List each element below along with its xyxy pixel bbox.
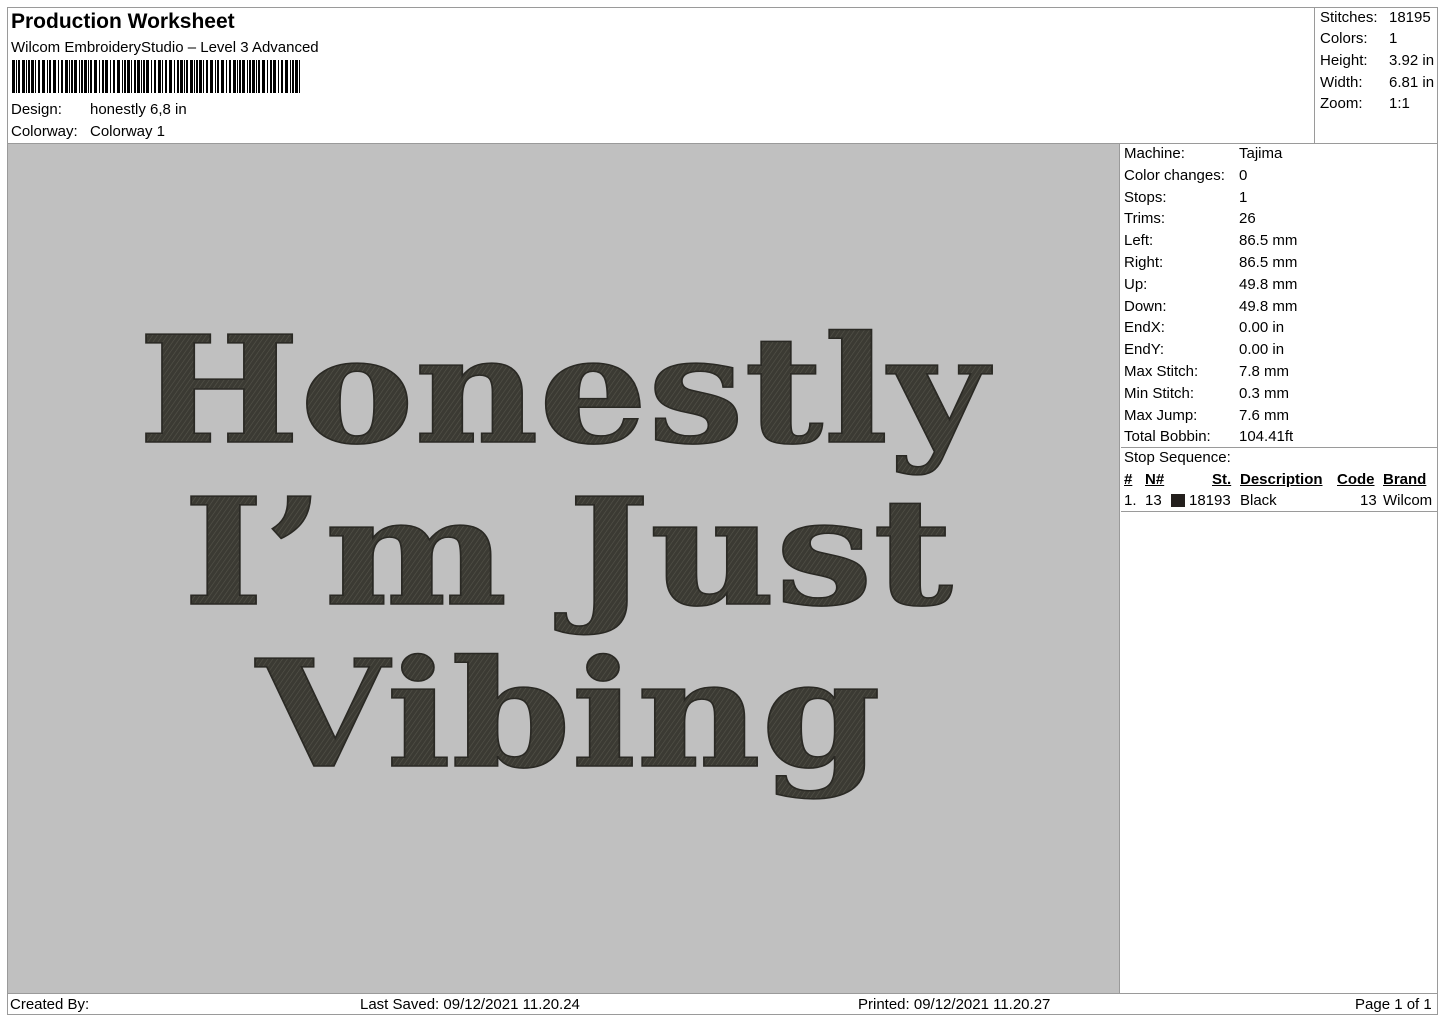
detail-label: Min Stitch: [1124,384,1195,402]
design-value: honestly 6,8 in [90,101,187,118]
worksheet-footer: Created By: Last Saved: 09/12/2021 11.20… [8,993,1438,1015]
row-code: 13 [1360,492,1377,509]
summary-height: Height: 3.92 in [1320,52,1435,69]
col-needle: N# [1145,471,1165,488]
col-brand: Brand [1383,471,1427,488]
detail-row: Stops: 1 [1124,189,1247,206]
sequence-divider [1121,511,1438,512]
details-divider [1121,447,1438,448]
detail-value: 1 [1239,188,1248,206]
summary-colors: Colors: 1 [1320,30,1398,47]
detail-value: 26 [1239,210,1256,228]
detail-row: Max Stitch: 7.8 mm [1124,363,1289,380]
detail-row: EndY: 0.00 in [1124,341,1284,358]
col-stitches: St. [1212,471,1232,488]
artwork-line-3: Vibing [255,627,881,801]
printed-date: Printed: 09/12/2021 11.20.27 [858,996,1051,1013]
detail-label: Right: [1124,254,1164,271]
stop-sequence-label: Stop Sequence: [1124,449,1231,466]
detail-label: Trims: [1124,210,1166,228]
created-by: Created By: [10,996,90,1013]
production-worksheet: Production Worksheet Wilcom EmbroiderySt… [7,7,1438,1015]
summary-zoom: Zoom: 1:1 [1320,95,1410,112]
design-row: Design: honestly 6,8 in [11,101,187,118]
detail-label: Left: [1124,232,1154,250]
detail-label: Machine: [1124,145,1185,162]
thread-color-swatch [1171,494,1185,507]
detail-value: 7.6 mm [1239,406,1290,424]
summary-panel: Stitches: 18195 Colors: 1 Height: 3.92 in W… [1314,8,1438,143]
detail-value: 86.5 mm [1239,232,1298,250]
machine-details-panel: Machine: Tajima Color changes: 0 Stops: 1 Trim… [1121,144,1438,994]
embroidery-artwork: Honestly I’m Just Vibing [137,302,993,802]
design-label: Design: [11,101,62,118]
summary-stitches: Stitches: 18195 [1320,9,1431,26]
detail-label: Color changes: [1124,166,1225,184]
detail-row: Color changes: 0 [1124,167,1247,184]
detail-label: Total Bobbin: [1124,428,1211,446]
detail-value: 104.41ft [1239,428,1294,446]
detail-label: EndX: [1124,319,1165,337]
row-brand: Wilcom [1383,492,1433,509]
detail-row: Right: 86.5 mm [1124,254,1297,271]
detail-label: Max Jump: [1124,406,1198,424]
colorway-row: Colorway: Colorway 1 [11,123,165,140]
detail-value: 0.00 in [1239,341,1285,359]
detail-row: Down: 49.8 mm [1124,298,1297,315]
row-stitches: 18193 [1189,492,1231,509]
worksheet-header: Production Worksheet Wilcom EmbroiderySt… [8,8,1315,143]
colorway-value: Colorway 1 [90,123,166,140]
detail-value: 0 [1239,166,1248,184]
detail-label: Max Stitch: [1124,363,1199,380]
detail-row: Max Jump: 7.6 mm [1124,407,1289,424]
summary-width: Width: 6.81 in [1320,74,1435,91]
detail-label: EndY: [1124,341,1165,359]
detail-row: Machine: Tajima [1124,145,1282,162]
col-description: Description [1240,471,1323,488]
colorway-label: Colorway: [11,123,78,140]
detail-row: Min Stitch: 0.3 mm [1124,385,1289,402]
last-saved: Last Saved: 09/12/2021 11.20.24 [360,996,580,1013]
row-description: Black [1240,492,1277,509]
artwork-line-1: Honestly [138,303,993,477]
col-code: Code [1337,471,1375,488]
detail-row: Trims: 26 [1124,210,1256,227]
row-num: 1. [1124,492,1137,509]
detail-value: Tajima [1239,145,1283,162]
detail-value: 7.8 mm [1239,363,1290,380]
artwork-line-2: I’m Just [183,465,953,639]
detail-label: Stops: [1124,188,1167,206]
detail-row: Up: 49.8 mm [1124,276,1297,293]
detail-value: 0.3 mm [1239,384,1290,402]
detail-value: 49.8 mm [1239,275,1298,293]
detail-value: 86.5 mm [1239,254,1298,271]
detail-label: Down: [1124,297,1167,315]
detail-label: Up: [1124,275,1148,293]
design-preview: Honestly I’m Just Vibing [8,144,1120,994]
barcode [12,60,300,93]
detail-value: 0.00 in [1239,319,1285,337]
detail-row: Total Bobbin: 104.41ft [1124,428,1293,445]
worksheet-title: Production Worksheet [11,10,235,33]
detail-row: EndX: 0.00 in [1124,319,1284,336]
page-number: Page 1 of 1 [1355,996,1432,1013]
detail-value: 49.8 mm [1239,297,1298,315]
col-num: # [1124,471,1133,488]
detail-row: Left: 86.5 mm [1124,232,1297,249]
row-needle: 13 [1145,492,1162,509]
software-name: Wilcom EmbroideryStudio – Level 3 Advanc… [11,39,319,56]
